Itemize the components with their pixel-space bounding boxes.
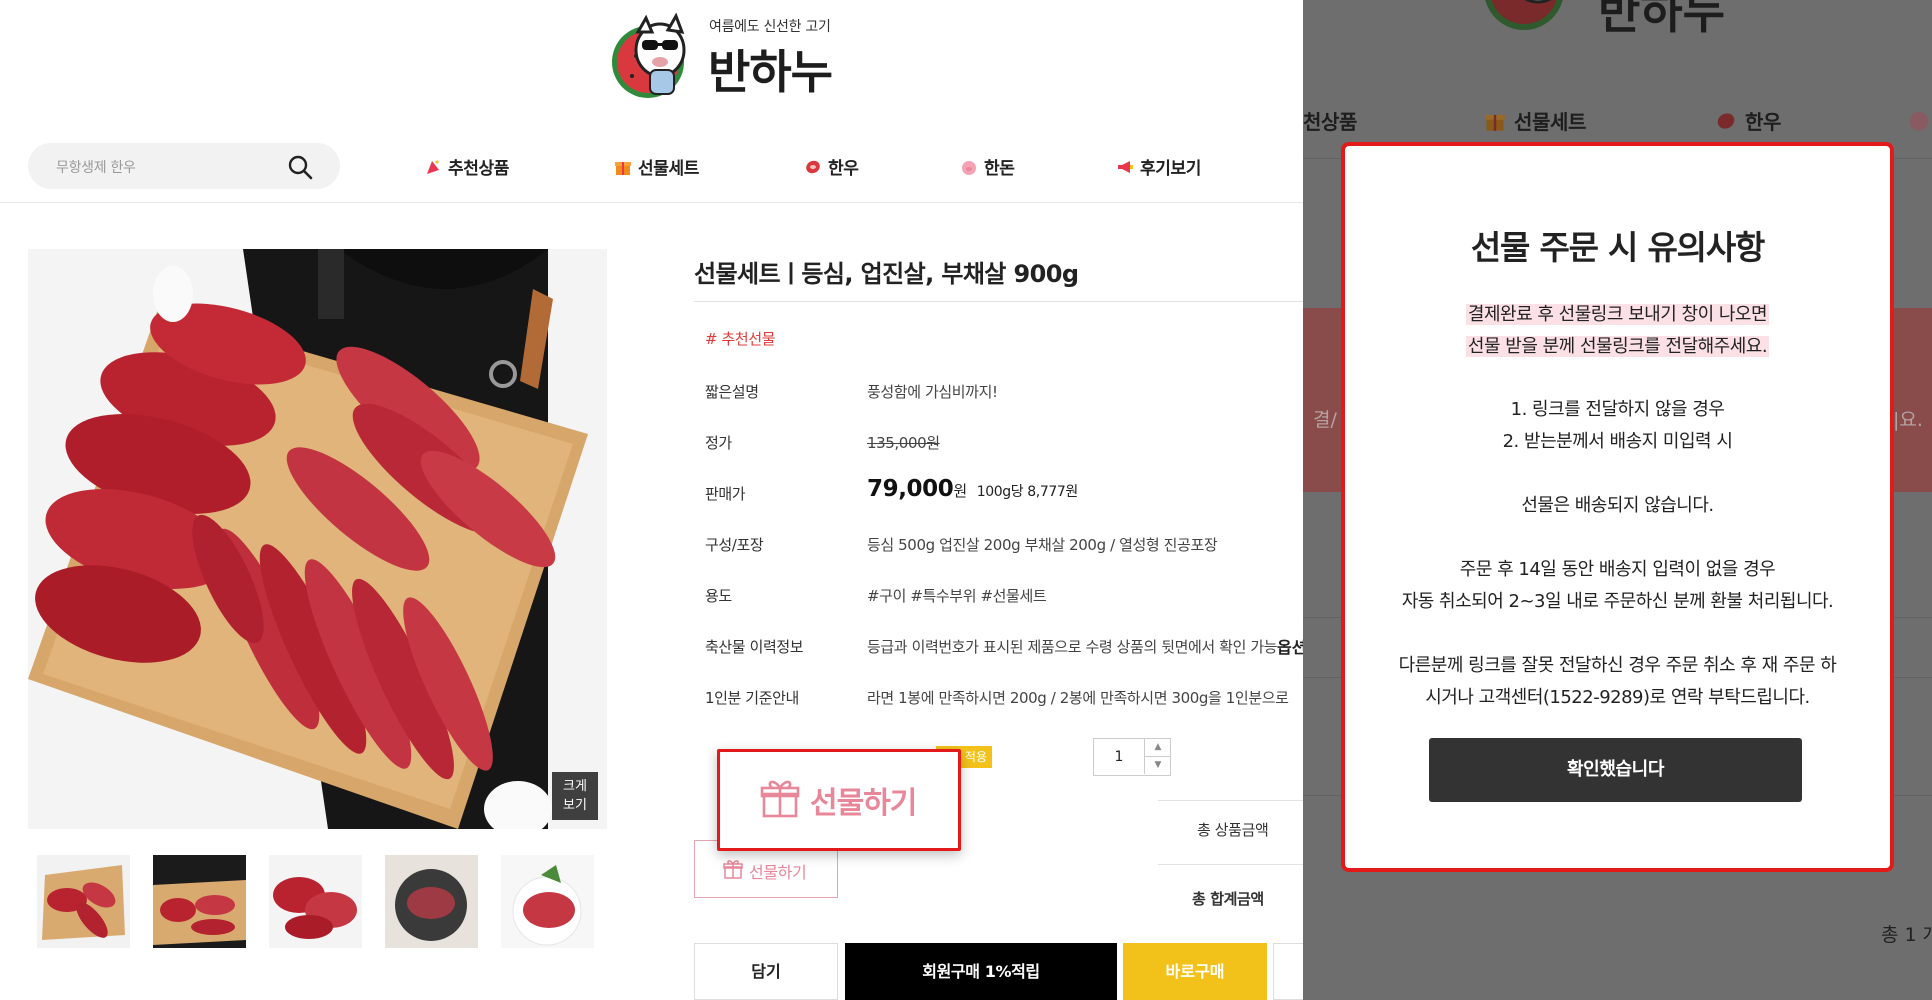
nav-label: 선물세트 xyxy=(1514,110,1586,134)
member-purchase-button[interactable]: 회원구매 1%적립 xyxy=(845,943,1117,1000)
logo-name: 반하누 xyxy=(708,45,833,99)
value-usage: #구이 #특수부위 #선물세트 xyxy=(867,587,1047,605)
gift-notice-modal: 선물 주문 시 유의사항 결제완료 후 선물링크 보내기 창이 나오면 선물 받… xyxy=(1341,142,1894,872)
label-short-desc: 짧은설명 xyxy=(705,383,759,401)
nav-label: 한돈 xyxy=(984,159,1015,179)
chevron-down-icon[interactable]: ▼ xyxy=(1144,757,1171,774)
modal-case-1: 1. 링크를 전달하지 않을 경우 xyxy=(1510,399,1725,420)
gift-icon xyxy=(760,780,800,818)
modal-not-shipped: 선물은 배송되지 않습니다. xyxy=(1521,495,1714,516)
price-per-100g: 100g당 8,777원 xyxy=(976,484,1079,500)
panel-nav-recommended[interactable]: 천상품 xyxy=(1303,106,1357,135)
label-list-price: 정가 xyxy=(705,434,732,452)
modal-wrong-link-1: 다른분께 링크를 잘못 전달하신 경우 주문 취소 후 재 주문 하 xyxy=(1398,655,1837,676)
highlight-text: 결제완료 후 선물링크 보내기 창이 나오면 xyxy=(1465,304,1770,325)
pig-icon xyxy=(962,160,976,175)
label-serving-guide: 1인분 기준안내 xyxy=(705,689,799,707)
modal-case-2: 2. 받는분께서 배송지 미입력 시 xyxy=(1502,431,1733,452)
value-sale-price: 79,000원 100g당 8,777원 xyxy=(867,476,1078,502)
logo[interactable]: 여름에도 신선한 고기 반하누 xyxy=(602,8,852,99)
sale-price-amount: 79,000 xyxy=(867,476,954,502)
quantity-stepper[interactable]: 1 ▲ ▼ xyxy=(1093,738,1171,776)
highlight-text: 선물 받을 분께 선물링크를 전달해주세요. xyxy=(1465,336,1770,357)
search-icon[interactable] xyxy=(286,153,314,181)
meat-icon xyxy=(1717,112,1735,129)
panel-total-count: 총 1 개 xyxy=(1881,924,1932,946)
header-divider xyxy=(0,202,1303,203)
total-product-label: 총 상품금액 xyxy=(1197,821,1269,839)
thumbnail-5[interactable] xyxy=(501,855,594,948)
label-composition: 구성/포장 xyxy=(705,536,764,554)
product-page: 여름에도 신선한 고기 반하누 무항생제 한우 추천상품 선물세트 한우 한돈 … xyxy=(0,0,1303,1000)
modal-cancel-1: 주문 후 14일 동안 배송지 입력이 없을 경우 xyxy=(1459,559,1776,580)
logo-tagline: 여름에도 신선한 고기 xyxy=(709,19,831,35)
pig-icon xyxy=(1909,112,1929,131)
nav-hanwoo[interactable]: 한우 xyxy=(804,154,859,179)
gift-button-callout: 선물하기 xyxy=(717,749,961,851)
nav-label: 한우 xyxy=(828,159,859,179)
value-list-price: 135,000원 xyxy=(867,434,940,452)
zoom-label-1: 크게 xyxy=(563,779,587,794)
thumbnail-3[interactable] xyxy=(269,855,362,948)
label-traceability: 축산물 이력정보 xyxy=(705,638,804,656)
total-sum-label: 총 합계금액 xyxy=(1192,890,1264,908)
gift-icon xyxy=(615,161,631,175)
meat-icon xyxy=(806,160,820,173)
confirm-button[interactable]: 확인했습니다 xyxy=(1429,738,1802,802)
nav-label: 선물세트 xyxy=(638,159,699,179)
label-usage: 용도 xyxy=(705,587,732,605)
value-traceability: 등급과 이력번호가 표시된 제품으로 수령 상품의 뒷면에서 확인 가능 xyxy=(867,638,1278,656)
nav-reviews[interactable]: 후기보기 xyxy=(1116,154,1201,179)
quantity-input[interactable]: 1 xyxy=(1094,739,1144,775)
logo-name: 반하누 xyxy=(1598,0,1725,39)
panel-side-text-left: 결/ xyxy=(1313,409,1337,431)
mascot-logo-icon xyxy=(612,12,686,98)
panel-nav-gift-set[interactable]: 선물세트 xyxy=(1484,106,1586,135)
nav-handon[interactable]: 한돈 xyxy=(960,154,1015,179)
extra-button[interactable] xyxy=(1273,943,1303,1000)
zoom-button[interactable]: 크게 보기 xyxy=(552,772,598,820)
thumbnail-1[interactable] xyxy=(37,855,130,948)
label-sale-price: 판매가 xyxy=(705,485,746,503)
product-title: 선물세트ㅣ등심, 업진살, 부채살 900g xyxy=(694,260,1079,288)
modal-cancel-2: 자동 취소되어 2~3일 내로 주문하신 분께 환불 처리됩니다. xyxy=(1401,591,1834,612)
hashtag-badge[interactable]: # 추천선물 xyxy=(705,328,776,349)
buy-now-button[interactable]: 바로구매 xyxy=(1123,943,1267,1000)
nav-label: 한우 xyxy=(1745,110,1781,134)
modal-highlight-line-1: 결제완료 후 선물링크 보내기 창이 나오면 xyxy=(1345,300,1890,326)
modal-wrong-link-2: 시거나 고객센터(1522-9289)로 연락 부탁드립니다. xyxy=(1425,687,1810,708)
thumbnail-2[interactable] xyxy=(153,855,246,948)
nav-label: 천상품 xyxy=(1303,110,1357,134)
thumbnail-4[interactable] xyxy=(385,855,478,948)
title-divider xyxy=(694,301,1303,302)
modal-title: 선물 주문 시 유의사항 xyxy=(1470,228,1766,267)
value-composition: 등심 500g 업진살 200g 부채살 200g / 열성형 진공포장 xyxy=(867,536,1218,554)
nav-label: 추천상품 xyxy=(448,159,509,179)
megaphone-icon xyxy=(1118,160,1133,173)
modal-highlight-line-2: 선물 받을 분께 선물링크를 전달해주세요. xyxy=(1345,332,1890,358)
nav-gift-set[interactable]: 선물세트 xyxy=(614,154,699,179)
options-heading: 옵션 xyxy=(1277,638,1303,657)
value-short-desc: 풍성함에 가심비까지! xyxy=(867,383,998,401)
nav-recommended[interactable]: 추천상품 xyxy=(424,154,509,179)
zoom-label-2: 보기 xyxy=(563,798,587,813)
search-input[interactable]: 무항생제 한우 xyxy=(56,157,136,177)
gift-button-label: 선물하기 xyxy=(749,863,807,882)
summary-divider xyxy=(1158,864,1303,865)
nav-label: 후기보기 xyxy=(1140,159,1201,179)
gift-icon xyxy=(723,860,743,879)
gift-icon xyxy=(1485,114,1505,131)
callout-gift-label: 선물하기 xyxy=(810,786,917,821)
party-icon xyxy=(427,160,439,174)
panel-side-text-right: |요. xyxy=(1893,409,1923,431)
value-serving-guide: 라면 1봉에 만족하시면 200g / 2봉에 만족하시면 300g을 1인분으… xyxy=(867,689,1289,707)
search-bar[interactable]: 무항생제 한우 xyxy=(28,143,340,189)
chevron-up-icon[interactable]: ▲ xyxy=(1144,739,1171,757)
cart-button[interactable]: 담기 xyxy=(694,943,838,1000)
sale-price-unit: 원 xyxy=(953,482,967,500)
mascot-logo-icon xyxy=(1485,0,1563,30)
panel-nav-hanwoo[interactable]: 한우 xyxy=(1715,106,1781,135)
product-main-image[interactable] xyxy=(28,249,607,829)
summary-divider xyxy=(1158,800,1303,801)
